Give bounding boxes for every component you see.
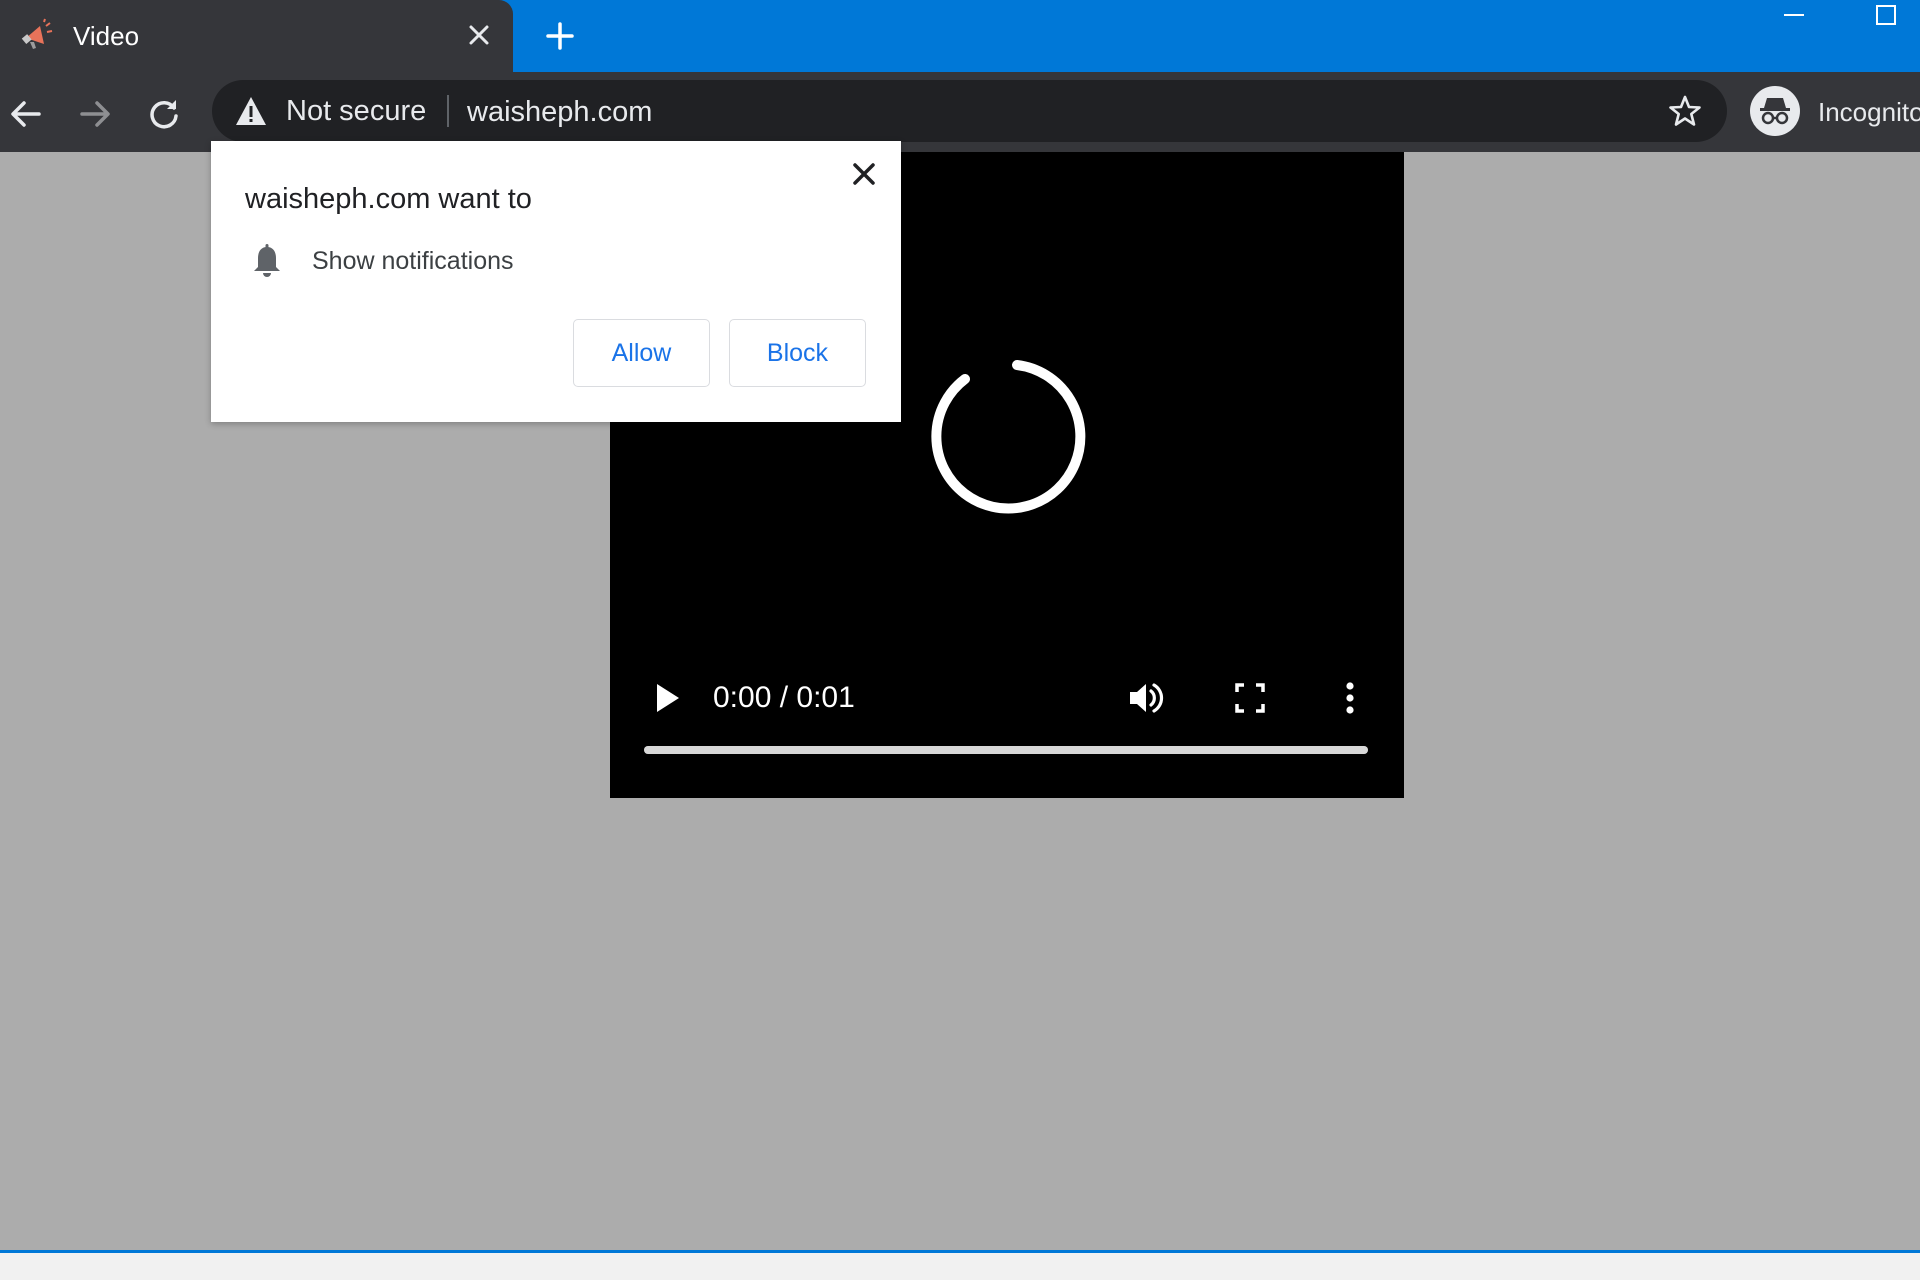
megaphone-icon [21,18,53,49]
spinner-icon [931,360,1086,514]
browser-toolbar: Not secure waisheph.com Incognito [0,72,1920,152]
popup-title: waisheph.com want to [245,183,532,215]
allow-button[interactable]: Allow [573,319,710,387]
tab-title: Video [73,21,140,51]
video-progress-fill [644,746,1368,754]
url-text[interactable]: waisheph.com [467,80,652,142]
incognito-glyph [1760,98,1790,125]
reload-button[interactable] [142,92,186,136]
warning-triangle-icon [236,97,266,125]
incognito-label[interactable]: Incognito [1818,72,1920,152]
arrow-right-icon [80,101,110,127]
volume-icon[interactable] [1124,676,1168,720]
forward-button[interactable] [73,92,117,136]
minimize-icon [1784,14,1804,16]
close-icon[interactable] [847,157,881,191]
browser-tab[interactable]: Video [0,0,513,72]
address-bar[interactable]: Not secure waisheph.com [212,80,1727,142]
close-icon [469,25,489,45]
block-button[interactable]: Block [729,319,866,387]
play-icon[interactable] [646,678,686,718]
permission-label: Show notifications [312,247,514,275]
tab-close-button[interactable] [462,18,496,52]
incognito-icon[interactable] [1750,86,1800,136]
new-tab-button[interactable] [540,16,580,56]
address-bar-divider [447,95,449,127]
window-maximize-button[interactable] [1862,0,1910,30]
video-progress-bar[interactable] [644,746,1368,754]
maximize-icon [1876,5,1896,25]
reload-icon [150,100,178,129]
window-minimize-button[interactable] [1770,0,1818,30]
fullscreen-icon[interactable] [1230,678,1270,718]
window-bottom-strip [0,1253,1920,1280]
plus-icon [546,22,574,50]
video-time-display: 0:00 / 0:01 [713,681,855,714]
back-button[interactable] [4,92,48,136]
bell-icon [254,244,280,277]
arrow-left-icon [11,101,41,127]
security-status-label[interactable]: Not secure [286,80,426,142]
star-icon[interactable] [1668,94,1702,128]
tab-strip: Video [0,0,1920,72]
more-vertical-icon[interactable] [1340,676,1360,720]
notification-permission-popup: waisheph.com want to Show notifications … [211,141,901,422]
